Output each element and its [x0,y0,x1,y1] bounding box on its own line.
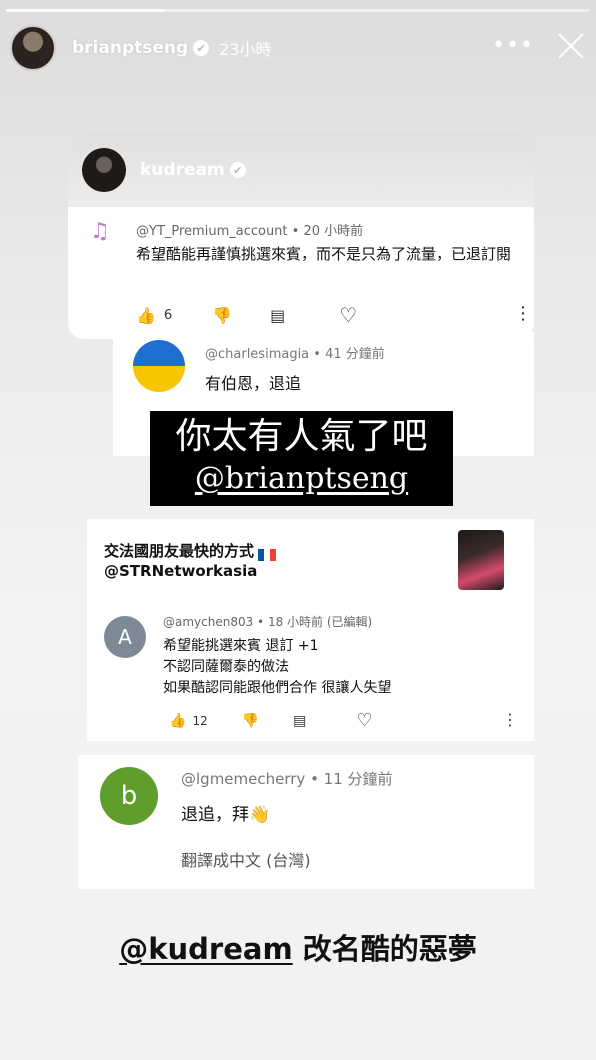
comment-meta: @lgmemecherry • 11 分鐘前 [181,770,393,788]
close-icon[interactable] [556,31,586,61]
like-count: 12 [192,713,208,728]
story-time: 23小時 [219,40,272,59]
kudream-comment-card: kudream ✔ ♫ @YT_Premium_account • 20 小時前… [68,133,534,339]
text-sticker: 你太有人氣了吧 @brianptseng [150,411,453,506]
kebab-menu-icon[interactable]: ⋮ [502,710,518,729]
translate-link[interactable]: 翻譯成中文 (台灣) [181,847,311,871]
comment-line: 希望能挑選來賓 退訂 +1 [163,638,319,654]
amychen-comment-card: 交法國朋友最快的方式 @STRNetworkasia A @amychen803… [87,519,534,741]
music-note-icon: ♫ [90,219,110,244]
lgmemecherry-comment-card: b @lgmemecherry • 11 分鐘前 退追，拜👋 翻譯成中文 (台灣… [78,755,534,889]
comment-text: 希望能挑選來賓 退訂 +1 不認同薩爾泰的做法 如果酷認同能跟他們合作 很讓人失… [163,636,391,699]
dislike-icon[interactable]: 👎 [242,713,259,729]
like-icon[interactable]: 👍 [169,713,186,729]
comment-actions: 👍 12 👎 ▤ ♡ [169,710,373,731]
more-icon[interactable]: ••• [492,35,534,57]
flag-yellow [133,366,185,392]
story-header: brianptseng ✔ 23小時 ••• [10,25,586,71]
sticker-mention[interactable]: @brianptseng [150,459,453,499]
france-flag-icon [258,546,277,561]
story-caption: @kudream 改名酷的惡夢 [0,926,596,968]
flag-blue [133,340,185,366]
kudream-avatar [82,148,126,192]
story-progress-fill [6,9,164,12]
reply-icon[interactable]: ▤ [270,306,285,325]
verified-badge-icon: ✔ [193,40,210,56]
channel-handle: @STRNetworkasia [104,562,258,580]
comment-meta: @charlesimagia • 41 分鐘前 [205,347,385,362]
comment-line: 如果酷認同能跟他們合作 很讓人失望 [163,680,392,696]
like-count: 6 [163,307,173,323]
user-avatar[interactable] [10,25,56,71]
sticker-line-1: 你太有人氣了吧 [175,416,428,457]
comment-meta: @YT_Premium_account • 20 小時前 [136,224,364,239]
comment-actions: 👍 6 👎 ▤ ♡ [136,303,357,327]
story-username[interactable]: brianptseng [72,38,188,58]
caption-mention[interactable]: @kudream [119,932,292,966]
comment-text: 希望酷能再謹慎挑選來賓，而不是只為了流量，已退訂閱 [136,245,512,263]
header-actions: ••• [492,31,586,61]
heart-icon[interactable]: ♡ [339,303,357,327]
comment-text: 退追，拜👋 [181,805,271,825]
story-progress-bar [6,9,590,12]
reply-icon[interactable]: ▤ [293,713,306,729]
lgmemecherry-avatar: b [100,767,158,825]
video-title-text: 交法國朋友最快的方式 [104,542,255,560]
comment-meta: @amychen803 • 18 小時前 (已編輯) [163,615,373,629]
comment-text: 有伯恩，退追 [205,374,302,393]
dislike-icon[interactable]: 👎 [212,306,232,325]
caption-text: 改名酷的惡夢 [292,932,477,966]
kebab-menu-icon[interactable]: ⋮ [514,303,532,324]
kudream-name: kudream [140,160,225,180]
video-title: 交法國朋友最快的方式 @STRNetworkasia [104,541,277,581]
verified-badge-icon: ✔ [229,162,246,178]
amychen-avatar: A [104,616,146,658]
like-icon[interactable]: 👍 [136,306,156,325]
heart-icon[interactable]: ♡ [356,710,372,731]
card-header: kudream ✔ [68,133,534,207]
comment-line: 不認同薩爾泰的做法 [163,659,289,675]
video-thumbnail[interactable] [458,530,504,590]
ukraine-flag-avatar [133,340,185,392]
